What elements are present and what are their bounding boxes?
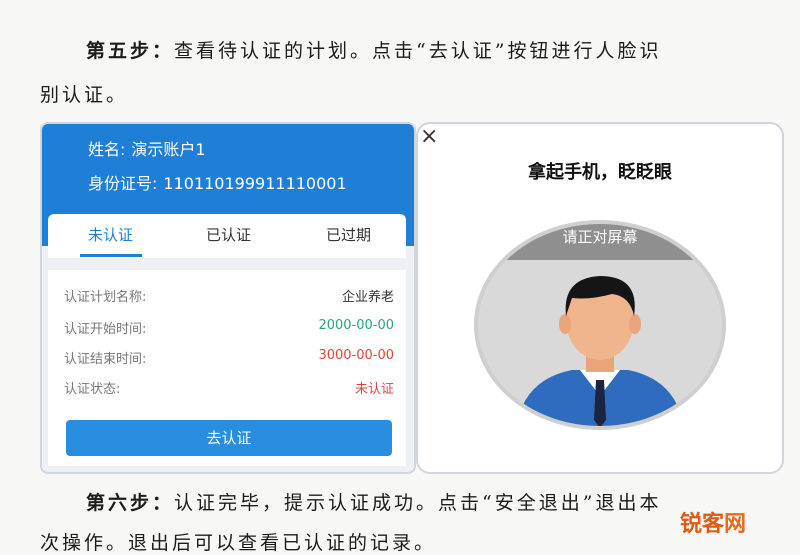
tab-expired[interactable]: 已过期 xyxy=(326,224,371,245)
watermark-text-b: 网 xyxy=(724,512,747,537)
step5-text: 查看待认证的计划。点击“去认证”按钮进行人脸识 xyxy=(174,40,662,62)
name-value: 演示账户1 xyxy=(131,140,206,159)
face-title: 拿起手机，眨眨眼 xyxy=(528,162,672,183)
detail-row-end-time: 认证结束时间: 3000-00-00 xyxy=(64,348,394,370)
plan-detail-card: 认证计划名称: 企业养老 认证开始时间: 2000-00-00 认证结束时间: … xyxy=(48,270,406,466)
site-watermark: 锐客网 xyxy=(680,506,746,538)
id-row: 身份证号: 110110199911110001 xyxy=(88,170,347,194)
detail-key: 认证开始时间: xyxy=(64,322,147,337)
detail-value: 2000-00-00 xyxy=(318,318,394,333)
detail-key: 认证结束时间: xyxy=(64,352,147,367)
face-hint: 请正对屏幕 xyxy=(562,228,638,246)
detail-value: 未认证 xyxy=(354,382,394,397)
tab-verified[interactable]: 已认证 xyxy=(206,224,251,245)
step5-label: 第五步： xyxy=(86,40,175,62)
step6-label: 第六步： xyxy=(86,492,175,514)
status-tabs: 未认证 已认证 已过期 xyxy=(48,214,406,258)
detail-row-status: 认证状态: 未认证 xyxy=(64,378,394,400)
detail-key: 认证计划名称: xyxy=(64,290,147,305)
detail-key: 认证状态: xyxy=(64,382,121,397)
close-icon[interactable]: × xyxy=(420,124,438,149)
face-recognition-screen: × 拿起手机，眨眨眼 请正对屏幕 xyxy=(416,122,784,474)
name-label: 姓名: xyxy=(88,140,126,159)
step6-continuation: 次操作。退出后可以查看已认证的记录。 xyxy=(40,532,437,554)
detail-row-start-time: 认证开始时间: 2000-00-00 xyxy=(64,318,394,340)
detail-value: 企业养老 xyxy=(341,290,394,305)
id-value: 110110199911110001 xyxy=(163,174,347,193)
plan-screen: 姓名: 演示账户1 身份证号: 110110199911110001 未认证 已认证… xyxy=(40,122,416,474)
go-verify-button[interactable]: 去认证 xyxy=(66,420,392,456)
active-tab-indicator xyxy=(80,254,142,257)
watermark-text-a: 锐客 xyxy=(680,512,725,537)
step6-text: 认证完毕，提示认证成功。点击“安全退出”退出本 xyxy=(174,492,662,514)
step6-line: 第六步：认证完毕，提示认证成功。点击“安全退出”退出本 xyxy=(86,488,661,515)
tab-unverified[interactable]: 未认证 xyxy=(88,224,133,245)
step5-continuation: 别认证。 xyxy=(40,84,129,106)
detail-value: 3000-00-00 xyxy=(318,348,394,363)
step5-line: 第五步：查看待认证的计划。点击“去认证”按钮进行人脸识 xyxy=(86,36,661,63)
id-label: 身份证号: xyxy=(88,174,158,193)
face-capture-circle xyxy=(474,220,726,430)
detail-row-plan-name: 认证计划名称: 企业养老 xyxy=(64,286,394,308)
name-row: 姓名: 演示账户1 xyxy=(88,136,206,160)
